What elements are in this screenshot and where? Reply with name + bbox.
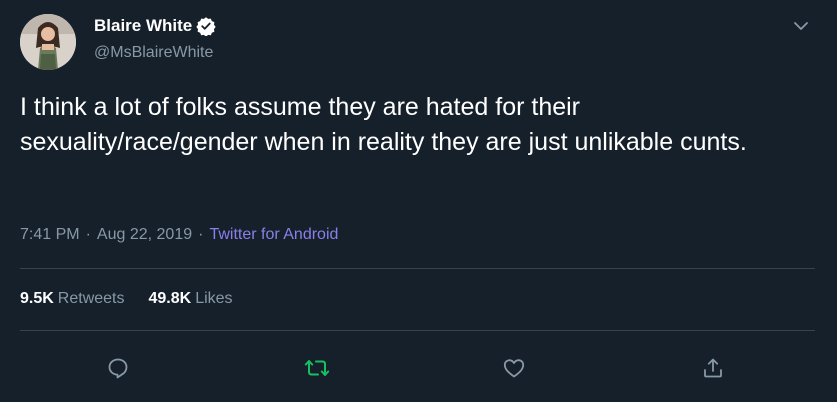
- likes-stat[interactable]: 49.8K Likes: [149, 290, 233, 308]
- like-icon[interactable]: [496, 350, 532, 386]
- tweet-time[interactable]: 7:41 PM: [20, 226, 80, 244]
- likes-count: 49.8K: [148, 290, 192, 307]
- verified-badge-icon: [196, 16, 216, 36]
- tweet-meta: 7:41 PM · Aug 22, 2019 · Twitter for And…: [20, 226, 338, 244]
- tweet-date[interactable]: Aug 22, 2019: [97, 226, 192, 244]
- retweet-icon[interactable]: [299, 350, 335, 386]
- meta-separator: ·: [85, 226, 91, 243]
- retweets-count: 9.5K: [20, 290, 54, 307]
- divider: [20, 268, 815, 269]
- author-block: Blaire White @MsBlaireWhite: [94, 14, 216, 62]
- avatar[interactable]: [20, 14, 76, 70]
- handle[interactable]: @MsBlaireWhite: [94, 44, 216, 62]
- display-name[interactable]: Blaire White: [94, 16, 192, 36]
- reply-icon[interactable]: [100, 350, 136, 386]
- tweet-card: Blaire White @MsBlaireWhite I think a lo…: [0, 0, 837, 402]
- tweet-text: I think a lot of folks assume they are h…: [20, 93, 747, 156]
- meta-separator: ·: [198, 226, 204, 243]
- chevron-down-icon[interactable]: [787, 14, 815, 38]
- retweets-label: Retweets: [57, 290, 125, 307]
- divider: [20, 330, 815, 331]
- tweet-stats: 9.5K Retweets 49.8K Likes: [20, 290, 233, 308]
- action-bar: [0, 350, 837, 386]
- retweets-stat[interactable]: 9.5K Retweets: [20, 290, 125, 308]
- share-icon[interactable]: [695, 350, 731, 386]
- likes-label: Likes: [195, 290, 233, 307]
- tweet-source-link[interactable]: Twitter for Android: [209, 226, 338, 244]
